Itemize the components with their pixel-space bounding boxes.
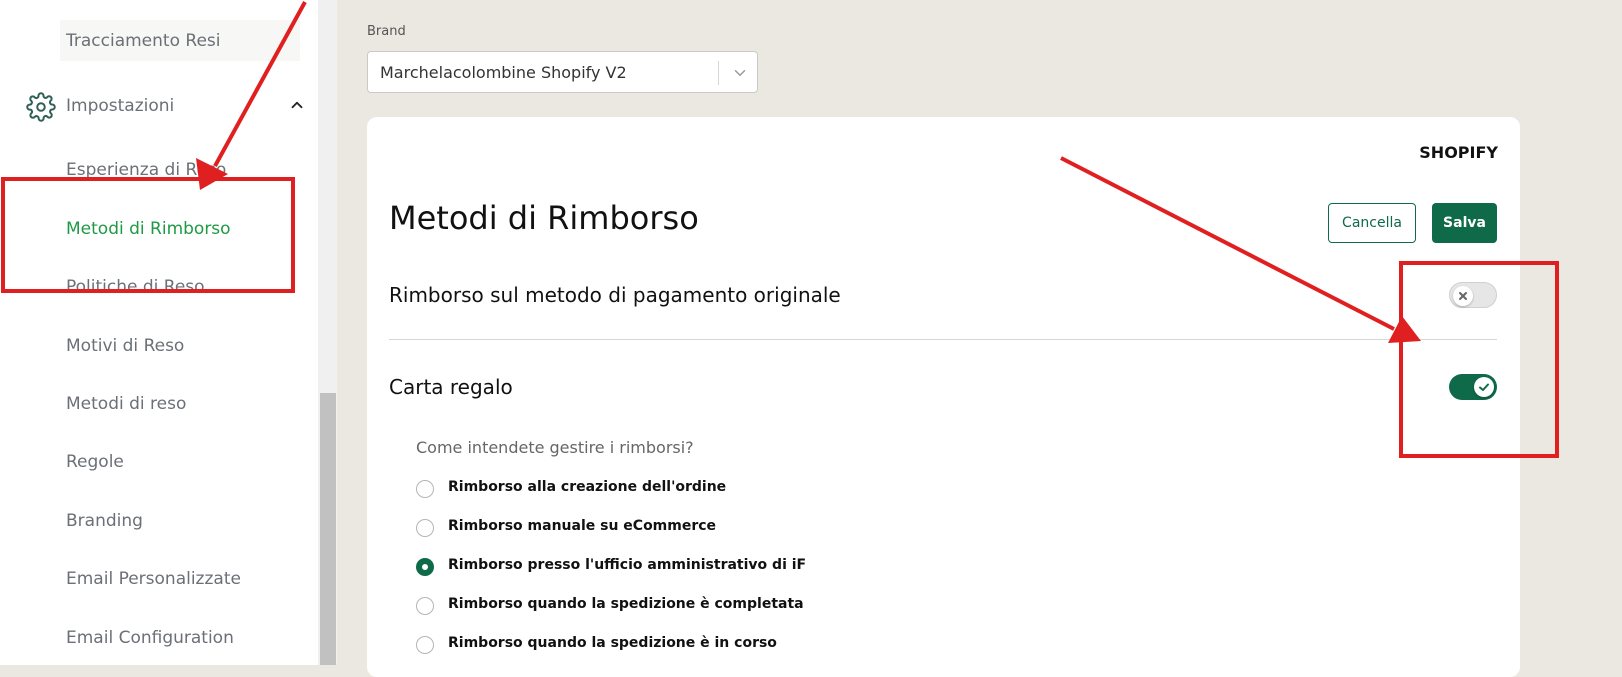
toggle-knob [1453,286,1473,306]
refund-option-label: Rimborso quando la spedizione è completa… [448,596,804,612]
radio-button[interactable] [416,597,434,615]
close-icon [1459,292,1467,300]
page-title: Metodi di Rimborso [389,199,699,237]
radio-button-selected[interactable] [416,558,434,576]
sidebar-item-esperienza-di-reso[interactable]: Esperienza di Reso [66,160,226,180]
original-payment-toggle[interactable] [1449,282,1497,308]
sidebar-item-tracciamento-resi[interactable]: Tracciamento Resi [66,31,220,51]
radio-button[interactable] [416,636,434,654]
brand-label: Brand [367,24,406,39]
gear-icon [26,92,56,122]
sidebar-item-politiche-di-reso[interactable]: Politiche di Reso [66,277,205,297]
brand-selected-value: Marchelacolombine Shopify V2 [380,63,627,82]
sidebar-item-metodi-di-reso[interactable]: Metodi di reso [66,394,186,414]
chevron-down-icon[interactable] [731,64,749,82]
refund-option-label: Rimborso alla creazione dell'ordine [448,479,727,495]
cancel-button[interactable]: Cancella [1328,203,1416,243]
radio-button[interactable] [416,480,434,498]
refund-handling-question: Come intendete gestire i rimborsi? [416,438,694,457]
gift-card-toggle[interactable] [1449,374,1497,400]
original-payment-label: Rimborso sul metodo di pagamento origina… [389,283,841,307]
sidebar-item-metodi-di-rimborso[interactable]: Metodi di Rimborso [66,219,231,239]
sidebar-item-regole[interactable]: Regole [66,452,124,472]
sidebar-group-impostazioni[interactable]: Impostazioni [26,90,306,124]
sidebar-item-branding[interactable]: Branding [66,511,143,531]
refund-methods-card: SHOPIFY Metodi di Rimborso Cancella Salv… [367,117,1520,677]
radio-button[interactable] [416,519,434,537]
chevron-up-icon[interactable] [288,96,306,114]
platform-tag: SHOPIFY [1419,143,1498,162]
save-button[interactable]: Salva [1432,203,1497,243]
toggle-knob [1474,377,1494,397]
brand-select[interactable]: Marchelacolombine Shopify V2 [367,51,758,93]
refund-option-label: Rimborso quando la spedizione è in corso [448,635,777,651]
refund-option-label: Rimborso presso l'ufficio amministrativo… [448,557,807,573]
check-icon [1479,383,1489,391]
sidebar: Tracciamento Resi Impostazioni Esperienz… [0,0,318,665]
section-divider [389,339,1497,340]
sidebar-item-motivi-di-reso[interactable]: Motivi di Reso [66,336,184,356]
sidebar-scrollbar-thumb[interactable] [320,393,336,665]
sidebar-item-email-configuration[interactable]: Email Configuration [66,628,234,648]
gift-card-label: Carta regalo [389,375,513,399]
sidebar-item-email-personalizzate[interactable]: Email Personalizzate [66,569,241,589]
brand-select-separator [718,61,719,85]
sidebar-group-label: Impostazioni [66,96,175,116]
refund-option-label: Rimborso manuale su eCommerce [448,518,717,534]
